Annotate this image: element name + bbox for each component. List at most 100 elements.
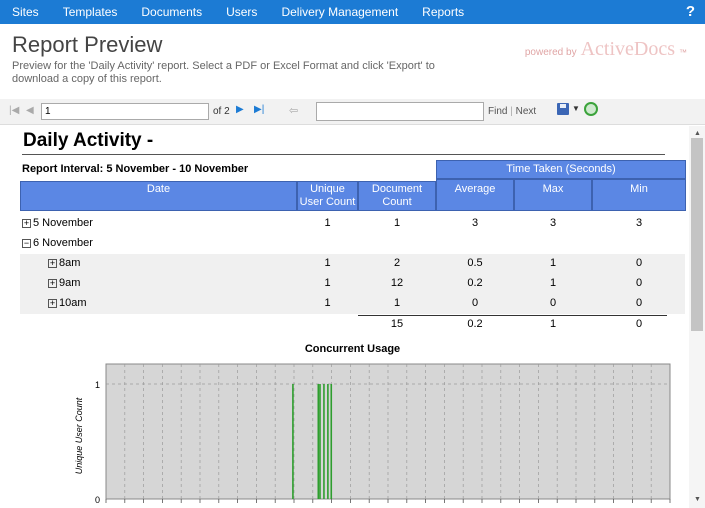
totals-row: 15 0.2 1 0 (20, 315, 685, 335)
report-toolbar: |◀ ◀ 1 of 2 ▶ ▶| ⇦ Find | Next ▼ (0, 99, 705, 125)
cell-max: 0 (549, 297, 557, 309)
page-subtitle: Preview for the 'Daily Activity' report.… (12, 60, 435, 85)
cell-docs: 12 (390, 277, 404, 289)
row-date-label: 10am (59, 297, 87, 309)
row-date-label: 8am (59, 257, 81, 269)
row-date-label: 5 November (33, 217, 93, 229)
page-header: Report Preview Preview for the 'Daily Ac… (0, 24, 705, 94)
page-title: Report Preview (12, 32, 163, 57)
previous-page-icon[interactable]: ◀ (26, 105, 34, 116)
report-title: Daily Activity - (23, 130, 154, 151)
cell-max: 3 (549, 217, 557, 229)
cell-unique: 1 (324, 217, 331, 229)
cell-max: 1 (549, 277, 557, 289)
nav-documents[interactable]: Documents (129, 0, 214, 24)
page-count: of 2 (213, 106, 230, 117)
col-header-document-count: Document Count (358, 181, 436, 211)
col-header-average: Average (436, 179, 514, 211)
cell-avg: 0.2 (467, 277, 483, 289)
cell-min: 0 (635, 257, 643, 269)
expand-toggle-icon[interactable]: + (48, 258, 57, 268)
table-row: −6 November (20, 234, 685, 254)
help-icon[interactable]: ? (686, 0, 695, 24)
col-header-max: Max (514, 179, 592, 211)
row-date[interactable]: +10am (48, 297, 87, 309)
chart-bar (323, 384, 325, 499)
expand-toggle-icon[interactable]: − (22, 238, 31, 248)
expand-toggle-icon[interactable]: + (22, 218, 31, 228)
concurrent-usage-chart: 1 0 Unique User Count (74, 363, 671, 505)
y-tick-label: 1 (95, 380, 100, 390)
find-input[interactable] (316, 102, 484, 121)
scroll-thumb[interactable] (691, 138, 703, 331)
cell-min: 0 (635, 277, 643, 289)
table-row: +9am 1 12 0.2 1 0 (20, 274, 685, 294)
title-divider (22, 154, 665, 155)
last-page-icon[interactable]: ▶| (254, 104, 264, 115)
y-axis-label: Unique User Count (74, 397, 84, 474)
brand-logo: ActiveDocs (580, 38, 675, 60)
scroll-down-icon[interactable]: ▼ (694, 496, 701, 503)
expand-toggle-icon[interactable]: + (48, 278, 57, 288)
row-date[interactable]: +8am (48, 257, 80, 269)
nav-sites[interactable]: Sites (0, 0, 51, 24)
cell-unique: 1 (324, 277, 331, 289)
cell-avg: 0.5 (467, 257, 483, 269)
top-nav: Sites Templates Documents Users Delivery… (0, 0, 705, 24)
chart-title: Concurrent Usage (304, 343, 401, 355)
find-next-link[interactable]: Next (516, 106, 537, 117)
total-min: 0 (635, 318, 643, 330)
table-row: +10am 1 1 0 0 0 (20, 294, 685, 314)
row-date[interactable]: +5 November (22, 217, 93, 229)
scroll-up-icon[interactable]: ▲ (694, 130, 701, 137)
report-interval: Report Interval: 5 November - 10 Novembe… (22, 163, 249, 175)
export-dropdown-icon[interactable]: ▼ (572, 104, 580, 113)
col-header-min: Min (592, 179, 686, 211)
cell-docs: 1 (393, 297, 401, 309)
page-number-input[interactable]: 1 (41, 103, 209, 120)
cell-min: 3 (635, 217, 643, 229)
cell-docs: 2 (393, 257, 401, 269)
table-row: +5 November 1 1 3 3 3 (20, 214, 685, 234)
total-docs: 15 (390, 318, 404, 330)
table-row: +8am 1 2 0.5 1 0 (20, 254, 685, 274)
refresh-icon[interactable] (584, 102, 598, 116)
expand-toggle-icon[interactable]: + (48, 298, 57, 308)
total-max: 1 (549, 318, 557, 330)
find-controls: Find | Next (488, 106, 536, 117)
cell-docs: 1 (393, 217, 401, 229)
total-avg: 0.2 (467, 318, 483, 330)
powered-by-text: powered by (524, 47, 577, 58)
chart-bar (319, 384, 321, 499)
back-to-parent-icon[interactable]: ⇦ (289, 104, 298, 117)
find-separator: | (510, 106, 513, 117)
next-page-icon[interactable]: ▶ (236, 104, 244, 115)
col-header-date: Date (20, 181, 297, 211)
col-header-unique-users: Unique User Count (297, 181, 358, 211)
row-date-label: 6 November (33, 237, 93, 249)
nav-reports[interactable]: Reports (410, 0, 476, 24)
chart-bar (327, 384, 329, 499)
find-link[interactable]: Find (488, 106, 507, 117)
row-date[interactable]: +9am (48, 277, 80, 289)
brand-trademark: ™ (679, 48, 687, 57)
cell-avg: 3 (471, 217, 479, 229)
export-icon[interactable] (557, 103, 569, 115)
chart-bar (292, 384, 294, 499)
y-tick-label: 0 (95, 495, 100, 505)
cell-unique: 1 (324, 257, 331, 269)
cell-avg: 0 (471, 297, 479, 309)
row-date[interactable]: −6 November (22, 237, 93, 249)
cell-max: 1 (549, 257, 557, 269)
nav-users[interactable]: Users (214, 0, 269, 24)
cell-unique: 1 (324, 297, 331, 309)
nav-delivery-management[interactable]: Delivery Management (269, 0, 410, 24)
report-viewport: Daily Activity - Report Interval: 5 Nove… (0, 126, 705, 508)
first-page-icon[interactable]: |◀ (9, 105, 19, 116)
time-taken-header: Time Taken (Seconds) (436, 160, 686, 179)
nav-templates[interactable]: Templates (51, 0, 130, 24)
chart-bar (330, 384, 333, 499)
cell-min: 0 (635, 297, 643, 309)
powered-by-logo: powered by ActiveDocs ™ (525, 38, 687, 61)
row-date-label: 9am (59, 277, 81, 289)
